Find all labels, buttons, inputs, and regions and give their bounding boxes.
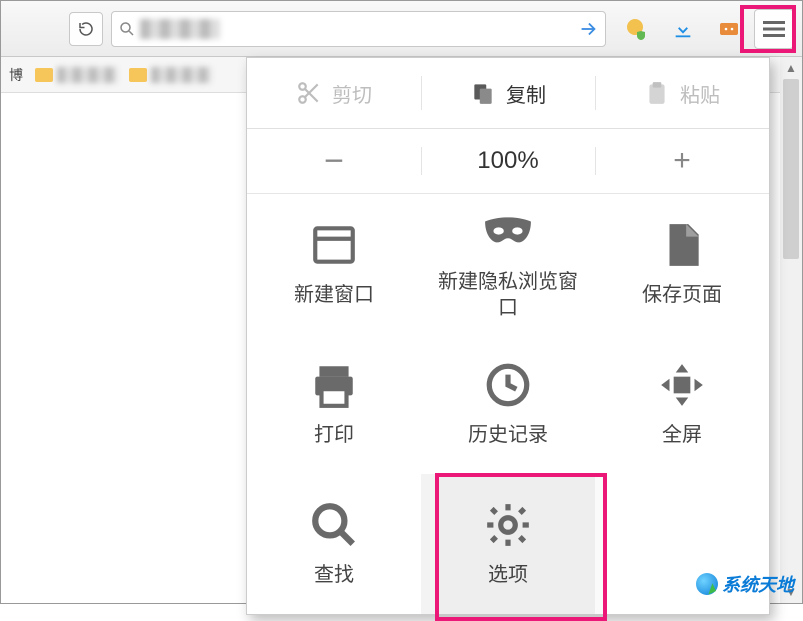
paste-button[interactable]: 粘贴 (595, 58, 769, 128)
page-icon (657, 220, 707, 270)
fullscreen-label: 全屏 (662, 422, 702, 448)
globe-shield-icon[interactable] (624, 16, 650, 42)
save-page-item[interactable]: 保存页面 (595, 194, 769, 334)
bookmark-item[interactable]: 博 (9, 65, 23, 85)
window-icon (309, 220, 359, 270)
bookmark-label-blurred (57, 67, 117, 83)
bookmark-label: 博 (9, 65, 23, 85)
private-window-item[interactable]: 新建隐私浏览窗口 (421, 194, 595, 334)
fox-icon[interactable] (716, 16, 742, 42)
history-label: 历史记录 (468, 422, 548, 448)
main-menu-panel: 剪切 复制 粘贴 − 100% + 新建 (246, 57, 770, 615)
bookmark-folder-item[interactable] (35, 67, 117, 83)
scroll-up-arrow[interactable]: ▲ (780, 57, 802, 79)
clock-icon (483, 360, 533, 410)
minus-icon: − (324, 142, 344, 181)
go-arrow-icon[interactable] (577, 18, 599, 40)
scissors-icon (296, 80, 322, 106)
watermark-text: 系统天地 (722, 571, 794, 597)
cut-button[interactable]: 剪切 (247, 58, 421, 128)
save-page-label: 保存页面 (642, 282, 722, 308)
mask-icon (483, 207, 533, 257)
bookmark-folder-item[interactable] (129, 67, 211, 83)
printer-icon (309, 360, 359, 410)
copy-label: 复制 (506, 79, 546, 108)
print-label: 打印 (314, 422, 354, 448)
paste-label: 粘贴 (680, 79, 720, 108)
reload-button[interactable] (69, 12, 103, 46)
address-text-blurred (140, 19, 220, 39)
find-item[interactable]: 查找 (247, 474, 421, 614)
print-item[interactable]: 打印 (247, 334, 421, 474)
address-bar[interactable] (111, 11, 606, 47)
find-label: 查找 (314, 562, 354, 588)
private-window-label: 新建隐私浏览窗口 (438, 269, 578, 321)
menu-grid: 新建窗口 新建隐私浏览窗口 保存页面 打印 历史记录 (247, 194, 769, 614)
new-window-label: 新建窗口 (294, 282, 374, 308)
zoom-row: − 100% + (247, 129, 769, 194)
folder-icon (129, 68, 147, 82)
history-item[interactable]: 历史记录 (421, 334, 595, 474)
gear-icon (483, 500, 533, 550)
folder-icon (35, 68, 53, 82)
toolbar-icons (624, 16, 742, 42)
fullscreen-icon (657, 360, 707, 410)
clipboard-row: 剪切 复制 粘贴 (247, 58, 769, 129)
vertical-scrollbar[interactable]: ▲ ▼ (780, 57, 802, 603)
download-icon[interactable] (670, 16, 696, 42)
hamburger-menu-button[interactable] (754, 9, 794, 49)
plus-icon: + (673, 144, 691, 178)
search-icon (118, 20, 136, 38)
clipboard-icon (644, 80, 670, 106)
fullscreen-item[interactable]: 全屏 (595, 334, 769, 474)
scroll-track[interactable] (780, 79, 802, 581)
zoom-out-button[interactable]: − (247, 129, 421, 193)
copy-button[interactable]: 复制 (421, 58, 595, 128)
cut-label: 剪切 (332, 79, 372, 108)
options-label: 选项 (488, 562, 528, 588)
options-item[interactable]: 选项 (421, 474, 595, 614)
magnifier-icon (309, 500, 359, 550)
watermark: 系统天地 (696, 571, 794, 597)
bookmark-label-blurred (151, 67, 211, 83)
scroll-thumb[interactable] (783, 79, 799, 259)
copy-icon (470, 80, 496, 106)
zoom-in-button[interactable]: + (595, 129, 769, 193)
zoom-label: 100% (477, 147, 538, 175)
watermark-globe-icon (696, 573, 718, 595)
zoom-level: 100% (421, 129, 595, 193)
new-window-item[interactable]: 新建窗口 (247, 194, 421, 334)
browser-toolbar (1, 1, 802, 57)
